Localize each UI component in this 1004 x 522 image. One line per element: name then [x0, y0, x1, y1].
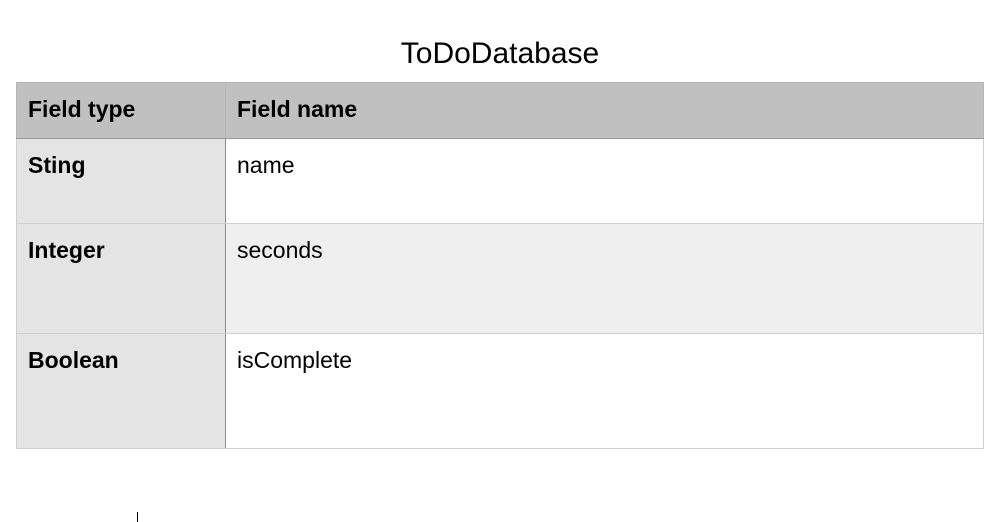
- table-row: Sting name: [16, 138, 984, 224]
- field-type-cell: Boolean: [16, 333, 226, 449]
- field-name-cell: seconds: [225, 223, 984, 334]
- header-field-name: Field name: [225, 82, 984, 139]
- field-type-cell: Sting: [16, 138, 226, 224]
- field-name-cell: isComplete: [225, 333, 984, 449]
- field-table: Field type Field name Sting name Integer…: [16, 82, 984, 449]
- header-field-type: Field type: [16, 82, 226, 139]
- table-row: Boolean isComplete: [16, 333, 984, 449]
- document-title: ToDoDatabase: [400, 37, 600, 70]
- table-header-row: Field type Field name: [16, 82, 984, 139]
- table-row: Integer seconds: [16, 223, 984, 334]
- field-type-cell: Integer: [16, 223, 226, 334]
- text-cursor: [137, 512, 138, 522]
- field-name-cell: name: [225, 138, 984, 224]
